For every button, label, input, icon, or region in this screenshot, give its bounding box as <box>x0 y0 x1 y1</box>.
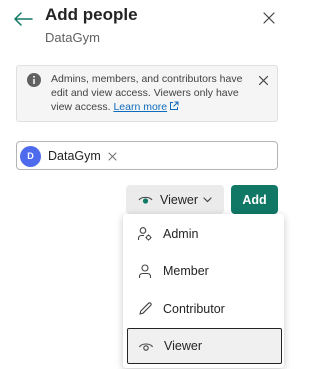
menu-item-admin[interactable]: Admin <box>127 216 282 252</box>
chevron-down-icon <box>203 196 212 202</box>
menu-item-label: Viewer <box>164 339 202 353</box>
remove-chip-icon[interactable] <box>108 152 117 161</box>
panel-subtitle: DataGym <box>45 30 100 45</box>
menu-item-label: Contributor <box>163 302 225 316</box>
role-dropdown-label: Viewer <box>160 192 198 207</box>
eye-icon <box>139 343 153 351</box>
avatar: D <box>20 145 41 167</box>
info-message: Admins, members, and contributors have e… <box>51 72 251 114</box>
add-button[interactable]: Add <box>231 185 278 214</box>
menu-item-label: Member <box>163 264 209 278</box>
admin-icon <box>137 227 152 241</box>
back-arrow-icon[interactable] <box>13 11 33 27</box>
menu-item-label: Admin <box>163 227 199 241</box>
eye-icon <box>138 196 153 204</box>
pencil-icon <box>139 302 152 315</box>
person-chip-name: DataGym <box>48 149 101 163</box>
info-icon <box>27 73 41 87</box>
people-picker-input[interactable]: D DataGym <box>16 141 278 170</box>
learn-more-link[interactable]: Learn more <box>113 101 179 113</box>
person-chip[interactable]: D DataGym <box>20 145 117 167</box>
panel-title: Add people <box>45 5 138 24</box>
external-link-icon <box>170 101 179 110</box>
menu-item-viewer[interactable]: Viewer <box>127 328 282 364</box>
role-menu: Admin Member Contributor Viewer <box>123 214 284 368</box>
dismiss-info-icon[interactable] <box>258 75 269 86</box>
menu-item-contributor[interactable]: Contributor <box>127 291 282 327</box>
menu-item-member[interactable]: Member <box>127 253 282 289</box>
person-icon <box>138 264 152 278</box>
close-icon[interactable] <box>262 11 276 25</box>
learn-more-label[interactable]: Learn more <box>113 101 167 113</box>
info-message-bar: Admins, members, and contributors have e… <box>16 65 278 122</box>
role-dropdown-button[interactable]: Viewer <box>126 185 224 214</box>
